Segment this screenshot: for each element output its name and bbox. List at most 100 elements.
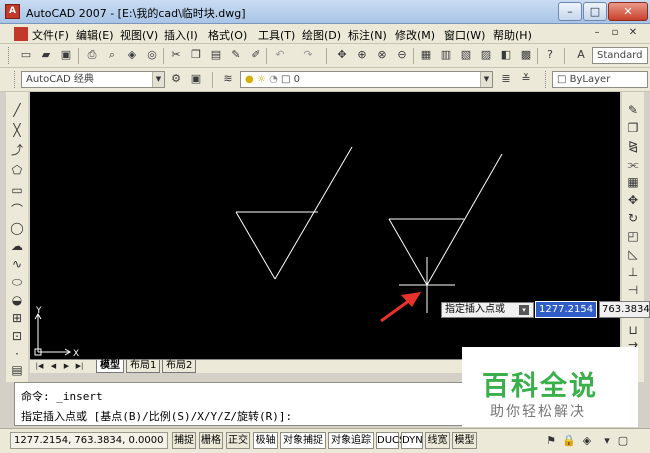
new-icon[interactable]: ▭ xyxy=(18,47,34,63)
calculator-icon[interactable]: ▩ xyxy=(518,47,534,63)
design-center-icon[interactable]: ▥ xyxy=(438,47,454,63)
clean-screen-icon[interactable]: ▢ xyxy=(616,434,630,448)
command-prompt-line[interactable]: 指定插入点或 [基点(B)/比例(S)/X/Y/Z/旋转(R)]: xyxy=(21,408,292,424)
line-icon[interactable]: ╱ xyxy=(9,102,25,118)
menu-dimension[interactable]: 标注(N) xyxy=(348,27,387,43)
rectangle-icon[interactable]: ▭ xyxy=(9,182,25,198)
doc-minimize-button[interactable]: – xyxy=(590,27,604,40)
last-tab-icon[interactable]: ▶| xyxy=(74,361,85,372)
menu-insert[interactable]: 插入(I) xyxy=(164,27,198,43)
toolbar-grip[interactable] xyxy=(8,47,11,64)
scale-icon[interactable]: ◰ xyxy=(625,228,641,244)
tool-palettes-icon[interactable]: ▧ xyxy=(458,47,474,63)
block-editor-icon[interactable]: ✐ xyxy=(248,47,264,63)
menu-tools[interactable]: 工具(T) xyxy=(258,27,295,43)
menu-help[interactable]: 帮助(H) xyxy=(493,27,532,43)
tab-layout1[interactable]: 布局1 xyxy=(126,360,161,373)
make-current-icon[interactable]: ≣ xyxy=(498,71,514,87)
lock-icon[interactable]: 🔒 xyxy=(562,434,576,448)
dyn-toggle[interactable]: DYN xyxy=(401,432,423,449)
toolbar-grip[interactable] xyxy=(14,71,17,88)
communication-center-icon[interactable]: ⚑ xyxy=(544,434,558,448)
workspace-settings-icon[interactable]: ⚙ xyxy=(168,71,184,87)
save-icon[interactable]: ▣ xyxy=(58,47,74,63)
circle-icon[interactable]: ◯ xyxy=(9,220,25,236)
tray-settings-icon[interactable]: ◈ xyxy=(580,434,594,448)
arc-icon[interactable]: ⌒ xyxy=(9,202,25,218)
text-style-icon[interactable]: A xyxy=(573,47,589,63)
ducs-toggle[interactable]: DUCS xyxy=(376,432,405,449)
help-icon[interactable]: ? xyxy=(542,47,558,63)
first-tab-icon[interactable]: |◀ xyxy=(34,361,45,372)
zoom-previous-icon[interactable]: ⊖ xyxy=(394,47,410,63)
my-workspace-icon[interactable]: ▣ xyxy=(188,71,204,87)
mirror-icon[interactable]: ⧎ xyxy=(625,138,641,154)
move-icon[interactable]: ✥ xyxy=(625,192,641,208)
sheet-set-icon[interactable]: ▨ xyxy=(478,47,494,63)
tab-layout2[interactable]: 布局2 xyxy=(162,360,197,373)
make-block-icon[interactable]: ⊡ xyxy=(9,328,25,344)
drawing-area[interactable]: Y X xyxy=(30,92,620,359)
document-icon[interactable] xyxy=(14,27,28,41)
dwf-icon[interactable]: ◎ xyxy=(144,47,160,63)
array-icon[interactable]: ▦ xyxy=(625,174,641,190)
join-icon[interactable]: ⊔ xyxy=(625,322,641,338)
ortho-toggle[interactable]: 正交 xyxy=(226,432,250,449)
trim-icon[interactable]: ⊥ xyxy=(625,264,641,280)
prev-tab-icon[interactable]: ◀ xyxy=(48,361,59,372)
polygon-icon[interactable]: ⬠ xyxy=(9,162,25,178)
otrack-toggle[interactable]: 对象追踪 xyxy=(328,432,374,449)
minimize-button[interactable]: – xyxy=(558,2,582,21)
maximize-button[interactable]: □ xyxy=(583,2,607,21)
cut-icon[interactable]: ✂ xyxy=(168,47,184,63)
markup-icon[interactable]: ◧ xyxy=(498,47,514,63)
zoom-window-icon[interactable]: ⊗ xyxy=(374,47,390,63)
next-tab-icon[interactable]: ▶ xyxy=(61,361,72,372)
extend-icon[interactable]: ⊣ xyxy=(625,282,641,298)
coordinate-readout[interactable]: 1277.2154, 763.3834, 0.0000 xyxy=(10,432,168,449)
doc-close-button[interactable]: ✕ xyxy=(626,27,640,40)
layer-select[interactable]: ● ☼ ◔ □ 0 ▼ xyxy=(240,71,493,88)
zoom-realtime-icon[interactable]: ⊕ xyxy=(354,47,370,63)
menu-draw[interactable]: 绘图(D) xyxy=(302,27,341,43)
snap-toggle[interactable]: 捕捉 xyxy=(172,432,196,449)
workspace-select[interactable]: AutoCAD 经典 ▼ xyxy=(21,71,165,88)
layer-previous-icon[interactable]: ≚ xyxy=(518,71,534,87)
model-toggle[interactable]: 模型 xyxy=(452,432,477,449)
insert-block-icon[interactable]: ⊞ xyxy=(9,310,25,326)
properties-icon[interactable]: ▦ xyxy=(418,47,434,63)
polyline-icon[interactable]: ⤴ xyxy=(9,142,25,158)
ellipse-arc-icon[interactable]: ◒ xyxy=(9,292,25,308)
block-reference[interactable] xyxy=(235,146,353,280)
tab-model[interactable]: 模型 xyxy=(96,360,124,373)
polar-toggle[interactable]: 极轴 xyxy=(253,432,278,449)
copy-object-icon[interactable]: ❐ xyxy=(625,120,641,136)
redo-icon[interactable]: ↷ xyxy=(300,47,316,63)
ellipse-icon[interactable]: ⬭ xyxy=(9,274,25,290)
open-icon[interactable]: ▰ xyxy=(38,47,54,63)
keyboard-icon[interactable]: ▾ xyxy=(519,305,529,315)
menu-file[interactable]: 文件(F) xyxy=(32,27,69,43)
pan-icon[interactable]: ✥ xyxy=(334,47,350,63)
print-preview-icon[interactable]: ⌕ xyxy=(104,47,120,63)
copy-icon[interactable]: ❐ xyxy=(188,47,204,63)
close-button[interactable]: ✕ xyxy=(608,2,648,21)
hatch-icon[interactable]: ▤ xyxy=(9,362,25,378)
layer-manager-icon[interactable]: ≋ xyxy=(220,71,236,87)
osnap-toggle[interactable]: 对象捕捉 xyxy=(280,432,326,449)
publish-icon[interactable]: ◈ xyxy=(124,47,140,63)
chevron-down-icon[interactable]: ▾ xyxy=(600,434,614,448)
spline-icon[interactable]: ∿ xyxy=(9,256,25,272)
point-icon[interactable]: · xyxy=(9,346,25,362)
menu-edit[interactable]: 编辑(E) xyxy=(76,27,114,43)
print-icon[interactable]: ⎙ xyxy=(84,47,100,63)
rotate-icon[interactable]: ↻ xyxy=(625,210,641,226)
dynamic-x-input[interactable]: 1277.2154 xyxy=(535,301,597,318)
dynamic-y-input[interactable]: 763.3834 xyxy=(599,301,650,318)
lineweight-toggle[interactable]: 线宽 xyxy=(425,432,450,449)
toolbar-grip[interactable] xyxy=(545,71,548,88)
construction-line-icon[interactable]: ╳ xyxy=(9,122,25,138)
menu-view[interactable]: 视图(V) xyxy=(120,27,158,43)
doc-restore-button[interactable]: ▫ xyxy=(608,27,622,40)
menu-modify[interactable]: 修改(M) xyxy=(395,27,435,43)
